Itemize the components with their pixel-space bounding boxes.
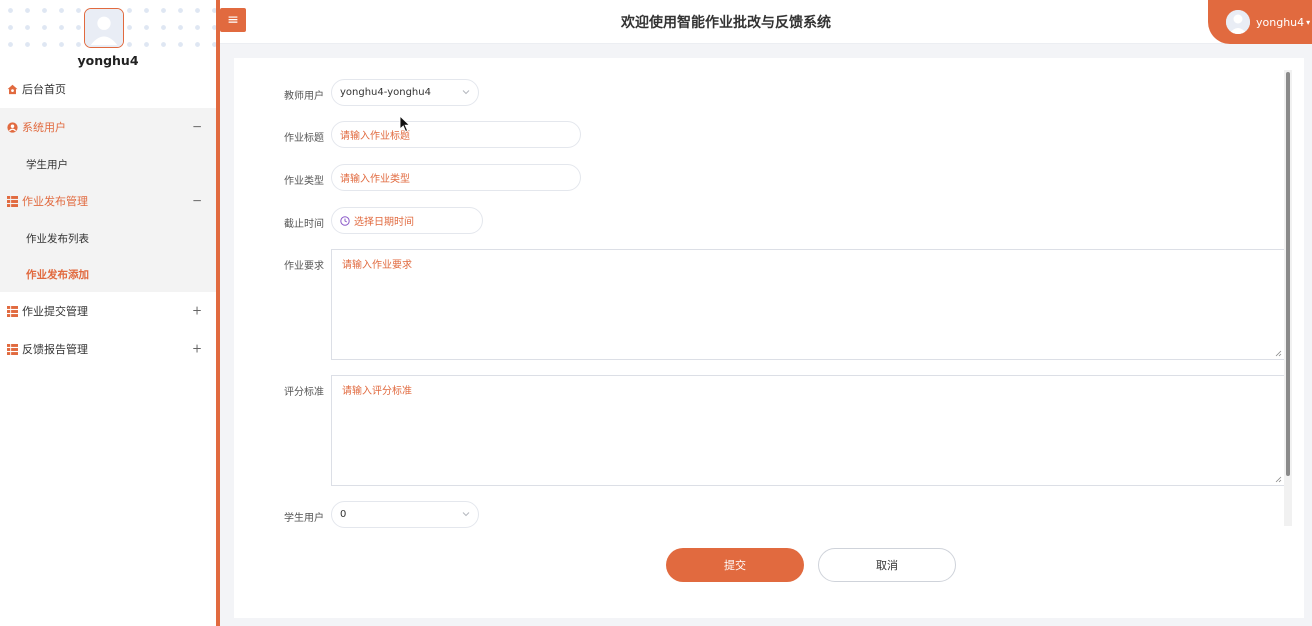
requirements-textarea[interactable]: 请输入作业要求 xyxy=(331,249,1285,360)
sidebar-item-assignment-submit[interactable]: 作业提交管理 + xyxy=(0,292,216,330)
collapse-icon[interactable]: − xyxy=(192,119,202,133)
sidebar-item-label: 作业发布管理 xyxy=(22,195,88,208)
sidebar-menu: 后台首页 系统用户 − 学生用户 作业发布管理 − 作业发布列表 作业发布添加 xyxy=(0,70,216,368)
assignment-form-card: 教师用户 yonghu4-yonghu4 作业标题 请输入作业标题 作业类型 请… xyxy=(234,58,1304,618)
sidebar-item-label: 后台首页 xyxy=(22,83,66,96)
grid-icon xyxy=(6,305,18,317)
teacher-select[interactable]: yonghu4-yonghu4 xyxy=(331,79,479,106)
sidebar-item-label: 反馈报告管理 xyxy=(22,343,88,356)
criteria-label: 评分标准 xyxy=(284,387,324,398)
sidebar-item-label: 系统用户 xyxy=(22,121,66,134)
sidebar-item-system-users[interactable]: 系统用户 − xyxy=(0,108,216,146)
sidebar-item-home[interactable]: 后台首页 xyxy=(0,70,216,108)
chevron-down-icon xyxy=(462,512,470,517)
grid-icon xyxy=(6,343,18,355)
student-label: 学生用户 xyxy=(284,513,324,524)
user-menu[interactable]: yonghu4 ▾ xyxy=(1208,0,1312,44)
criteria-placeholder: 请输入评分标准 xyxy=(342,386,412,397)
chevron-down-icon xyxy=(462,90,470,95)
cancel-button[interactable]: 取消 xyxy=(818,548,956,582)
home-icon xyxy=(6,83,18,95)
sidebar-item-feedback-report[interactable]: 反馈报告管理 + xyxy=(0,330,216,368)
type-input-placeholder: 请输入作业类型 xyxy=(340,174,410,185)
sidebar-edge xyxy=(216,0,220,626)
student-select[interactable]: 0 xyxy=(331,501,479,528)
deadline-picker[interactable]: 选择日期时间 xyxy=(331,207,483,234)
collapse-icon[interactable]: − xyxy=(192,193,202,207)
header: ≡ 欢迎使用智能作业批改与反馈系统 yonghu4 ▾ xyxy=(220,0,1312,44)
requirements-placeholder: 请输入作业要求 xyxy=(342,260,412,271)
submit-button[interactable]: 提交 xyxy=(666,548,804,582)
resize-handle-icon[interactable] xyxy=(1274,349,1282,357)
title-input[interactable]: 请输入作业标题 xyxy=(331,121,581,148)
header-username: yonghu4 xyxy=(1256,15,1305,29)
teacher-label: 教师用户 xyxy=(284,91,324,102)
user-circle-icon xyxy=(6,121,18,133)
expand-icon[interactable]: + xyxy=(192,303,202,317)
mouse-cursor-icon xyxy=(399,115,411,133)
sidebar-group-system-users: 系统用户 − 学生用户 作业发布管理 − 作业发布列表 作业发布添加 xyxy=(0,108,216,292)
sidebar: yonghu4 后台首页 系统用户 − 学生用户 作业发布管理 − 作业发布列表… xyxy=(0,0,216,626)
sidebar-subitem-student-users[interactable]: 学生用户 xyxy=(0,146,216,182)
avatar-icon xyxy=(85,9,123,47)
requirements-label: 作业要求 xyxy=(284,261,324,272)
type-input[interactable]: 请输入作业类型 xyxy=(331,164,581,191)
expand-icon[interactable]: + xyxy=(192,341,202,355)
sidebar-item-label: 作业提交管理 xyxy=(22,305,88,318)
deadline-placeholder: 选择日期时间 xyxy=(354,217,414,228)
grid-icon xyxy=(6,195,18,207)
form-scrollbar-thumb[interactable] xyxy=(1286,72,1290,476)
chevron-down-icon: ▾ xyxy=(1306,17,1311,27)
avatar[interactable] xyxy=(84,8,124,48)
resize-handle-icon[interactable] xyxy=(1274,475,1282,483)
deadline-label: 截止时间 xyxy=(284,219,324,230)
user-avatar-icon xyxy=(1226,10,1250,34)
sidebar-item-assignment-publish[interactable]: 作业发布管理 − xyxy=(0,182,216,220)
page-title: 欢迎使用智能作业批改与反馈系统 xyxy=(621,15,831,31)
title-label: 作业标题 xyxy=(284,133,324,144)
type-label: 作业类型 xyxy=(284,176,324,187)
criteria-textarea[interactable]: 请输入评分标准 xyxy=(331,375,1285,486)
sidebar-subitem-publish-list[interactable]: 作业发布列表 xyxy=(0,220,216,256)
student-select-value: 0 xyxy=(340,509,347,520)
sidebar-username: yonghu4 xyxy=(77,53,139,68)
clock-icon xyxy=(340,215,350,226)
sidebar-subitem-publish-add[interactable]: 作业发布添加 xyxy=(0,256,216,292)
teacher-select-value: yonghu4-yonghu4 xyxy=(340,87,431,98)
